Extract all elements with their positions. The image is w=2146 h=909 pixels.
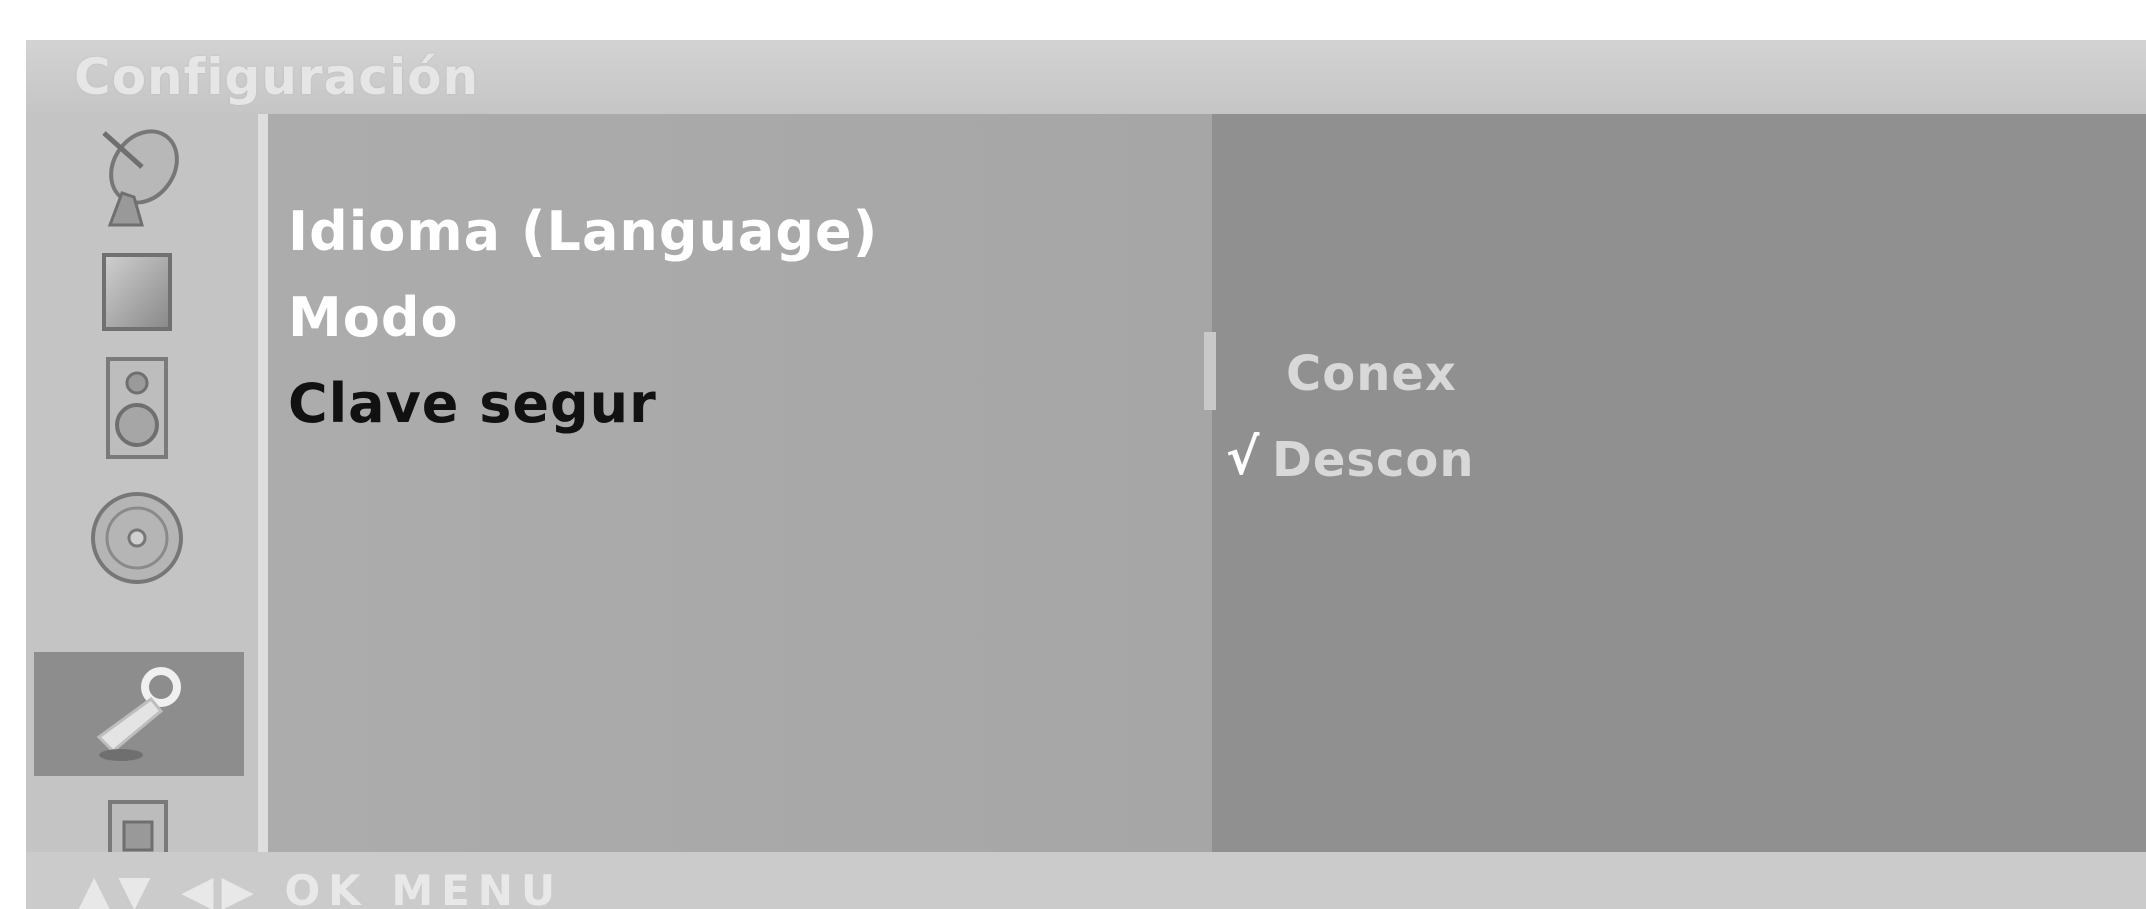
checkmark-icon: √ — [1226, 428, 1260, 486]
sidebar-item-picture[interactable] — [26, 229, 248, 353]
menu-item-password[interactable]: Clave segur — [288, 372, 657, 435]
wrench-icon — [96, 667, 181, 761]
sidebar-item-setup[interactable] — [34, 652, 244, 776]
option-off[interactable]: Descon — [1272, 432, 1475, 488]
title-bar: Configuración — [26, 40, 2146, 114]
navigation-hint: ▲▼ ◀▶ OK MENU — [78, 866, 564, 909]
disc-icon — [91, 492, 183, 584]
satellite-dish-icon — [102, 129, 179, 227]
menu-title: Configuración — [74, 48, 480, 106]
sidebar-item-channel[interactable] — [26, 116, 248, 240]
option-on[interactable]: Conex — [1286, 346, 1457, 402]
option-panel: Conex √ Descon — [1212, 114, 2146, 852]
selection-indicator — [1204, 332, 1216, 410]
picture-icon — [102, 253, 172, 331]
speaker-icon — [106, 357, 168, 459]
settings-menu: Configuración Idioma (Language) Modo Cla… — [26, 40, 2146, 909]
footer-hint-bar: ▲▼ ◀▶ OK MENU — [26, 852, 2146, 909]
category-sidebar — [26, 114, 258, 886]
menu-item-mode[interactable]: Modo — [288, 286, 459, 349]
panel-divider — [258, 114, 268, 852]
sidebar-item-time[interactable] — [26, 476, 248, 600]
sidebar-item-audio[interactable] — [26, 346, 248, 470]
menu-item-language[interactable]: Idioma (Language) — [288, 200, 878, 263]
menu-panel: Idioma (Language) Modo Clave segur — [258, 114, 1212, 852]
